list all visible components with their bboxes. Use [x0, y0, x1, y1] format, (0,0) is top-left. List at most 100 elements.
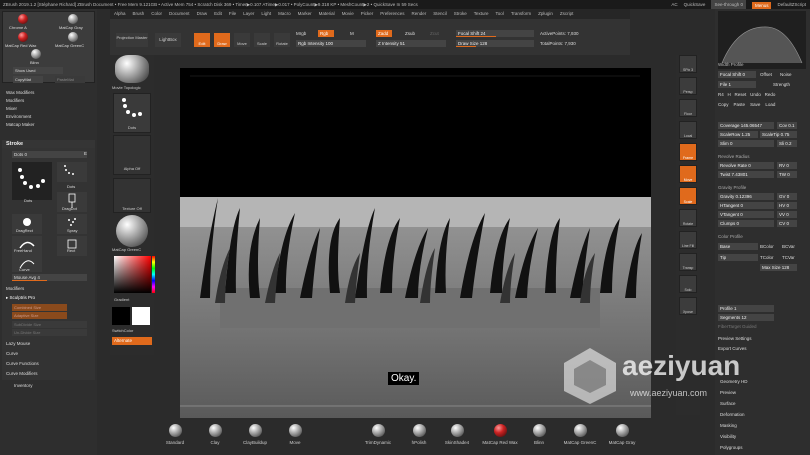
menu-material[interactable]: Material [319, 9, 335, 19]
color-profile-header[interactable]: Color Profile [718, 233, 743, 240]
solo-button[interactable]: Solo [679, 275, 697, 293]
menu-alpha[interactable]: Alpha [114, 9, 126, 19]
bcolor-button[interactable]: BColor [760, 243, 774, 250]
scalerow-slider[interactable]: ScaleRow 1.25 [718, 131, 758, 138]
menu-marker[interactable]: Marker [298, 9, 312, 19]
menu-layer[interactable]: Layer [243, 9, 254, 19]
menu-modifiers[interactable]: Modifiers [2, 97, 95, 105]
menu-curve-modifiers[interactable]: Curve Modifiers [2, 370, 95, 378]
tip-color-slider[interactable]: Tip [718, 254, 758, 261]
material-blinn-shelf[interactable]: Blinn [524, 424, 554, 445]
see-through-slider[interactable]: See-through 0 [711, 0, 746, 9]
stroke-header[interactable]: Stroke [2, 140, 95, 148]
secondary-color-swatch[interactable] [132, 307, 150, 325]
twist-slider[interactable]: Twist 7.43801 [718, 171, 774, 178]
transp-button[interactable]: Transp [679, 253, 697, 271]
revolve-radius-header[interactable]: Revolve Radius [718, 153, 750, 160]
cv-slider[interactable]: CV 0 [777, 220, 797, 227]
brush-claybuildup[interactable]: ClayBuildup [240, 424, 270, 445]
lightbox-button[interactable]: LightBox [155, 33, 181, 47]
menu-wax-modifiers[interactable]: Wax Modifiers [2, 89, 95, 97]
menu-lazy-mouse[interactable]: Lazy Mouse [2, 340, 95, 348]
menu-edit[interactable]: Edit [214, 9, 222, 19]
zcut-button[interactable]: Zcut [430, 31, 439, 36]
menu-color[interactable]: Color [151, 9, 162, 19]
menu-picker[interactable]: Picker [361, 9, 374, 19]
show-used-button[interactable]: Show Used [13, 67, 63, 74]
htangent-slider[interactable]: HTangent 0 [718, 202, 774, 209]
brush-clay[interactable]: Clay [200, 424, 230, 445]
redo-button[interactable]: Redo [765, 92, 776, 97]
vtangent-slider[interactable]: VTangent 0 [718, 211, 774, 218]
move-button[interactable]: Move [234, 33, 250, 47]
menu-draw[interactable]: Draw [197, 9, 208, 19]
draw-button[interactable]: Draw [214, 33, 230, 47]
draw-size-slider[interactable]: Draw Size 128 [456, 40, 534, 47]
rgb-intensity-slider[interactable]: Rgb Intensity 100 [296, 40, 366, 47]
menu-macro[interactable]: Macro [278, 9, 291, 19]
frame-button[interactable]: Frame [679, 143, 697, 161]
e-button[interactable]: E [84, 151, 87, 156]
projection-master-button[interactable]: Projection Master [116, 33, 148, 47]
alpha-button[interactable]: Alpha Off [113, 135, 151, 175]
menu-polygroups[interactable]: Polygroups [720, 444, 743, 451]
rotate-button[interactable]: Rotate [274, 33, 290, 47]
tw-slider[interactable]: TW 0 [777, 171, 797, 178]
z-intensity-slider[interactable]: Z Intensity 51 [376, 40, 446, 47]
hue-strip[interactable] [152, 256, 155, 293]
move-view-button[interactable]: Move [679, 165, 697, 183]
material-redwax[interactable]: MatCap Red Wax [478, 424, 522, 445]
menu-curve-functions[interactable]: Curve Functions [2, 360, 95, 368]
menu-light[interactable]: Light [261, 9, 271, 19]
stroke-dots-button[interactable]: Dots [113, 93, 151, 133]
material-matcap-gray[interactable] [68, 14, 78, 24]
offset-button[interactable]: Offset [760, 71, 772, 78]
noise-button[interactable]: Noise [780, 71, 792, 78]
material-thumbnail[interactable] [116, 215, 148, 247]
stroke-dots[interactable] [57, 162, 87, 182]
paste-mat-button[interactable]: PasteMat [55, 76, 85, 83]
menu-movie[interactable]: Movie [342, 9, 354, 19]
gravity-profile-header[interactable]: Gravity Profile [718, 184, 746, 191]
hv-slider[interactable]: HV 0 [777, 202, 797, 209]
brush-trimdynamic[interactable]: TrimDynamic [358, 424, 398, 445]
brush-hpolish[interactable]: hPolish [404, 424, 434, 445]
mrgb-button[interactable]: Mrgb [296, 31, 306, 36]
menu-transform[interactable]: Transform [511, 9, 531, 19]
material-greenc[interactable] [68, 32, 78, 42]
focal-shift-curve-slider[interactable]: Focal Shift 0 [718, 71, 756, 78]
persp-button[interactable]: Persp [679, 77, 697, 95]
local-button[interactable]: Local [679, 121, 697, 139]
copy-button[interactable]: Copy [718, 102, 729, 107]
load-button[interactable]: Load [765, 102, 775, 107]
menu-zscript[interactable]: Zscript [560, 9, 574, 19]
texture-button[interactable]: Texture Off [113, 178, 151, 213]
coverage-slider[interactable]: Coverage 145.06547 [718, 122, 774, 129]
xpose-button[interactable]: Xpose [679, 297, 697, 315]
menu-sculptris-pro[interactable]: ▸ Sculptris Pro [2, 294, 95, 302]
rv-slider[interactable]: RV 0 [777, 162, 797, 169]
floor-button[interactable]: Floor [679, 99, 697, 117]
tcvar-button[interactable]: TCVar [782, 254, 795, 261]
alternate-button[interactable]: Alternate [112, 337, 152, 345]
menu-environment[interactable]: Environment [2, 113, 95, 121]
menu-document[interactable]: Document [169, 9, 190, 19]
h-button[interactable]: H [728, 92, 731, 97]
strength-button[interactable]: Strength [773, 81, 790, 88]
spix-button[interactable]: SPix 3 [679, 55, 697, 73]
menus-button[interactable]: Menus [751, 1, 772, 9]
stroke-dots-large[interactable] [12, 162, 52, 200]
material-greenc-shelf[interactable]: MatCap GreenC [558, 424, 602, 445]
max-size-slider[interactable]: Max Size 128 [760, 264, 797, 271]
menu-matcap-maker[interactable]: Matcap Maker [2, 121, 95, 129]
revolve-rate-slider[interactable]: Revolve Rate 0 [718, 162, 774, 169]
scaletip-slider[interactable]: ScaleTip 0.75 [760, 131, 797, 138]
slim-slider[interactable]: Slim 0 [718, 140, 774, 147]
r4-button[interactable]: R4 [718, 92, 724, 97]
switch-color-label[interactable]: SwitchColor [112, 328, 133, 333]
fiber-target-button[interactable]: FiberTarget Guided [718, 323, 757, 330]
rgb-button[interactable]: Rgb [318, 30, 334, 37]
material-skinshade4[interactable]: SkinShade4 [442, 424, 472, 445]
focal-shift-slider[interactable]: Focal Shift 24 [456, 30, 534, 37]
linefill-button[interactable]: Line Fill [679, 231, 697, 249]
